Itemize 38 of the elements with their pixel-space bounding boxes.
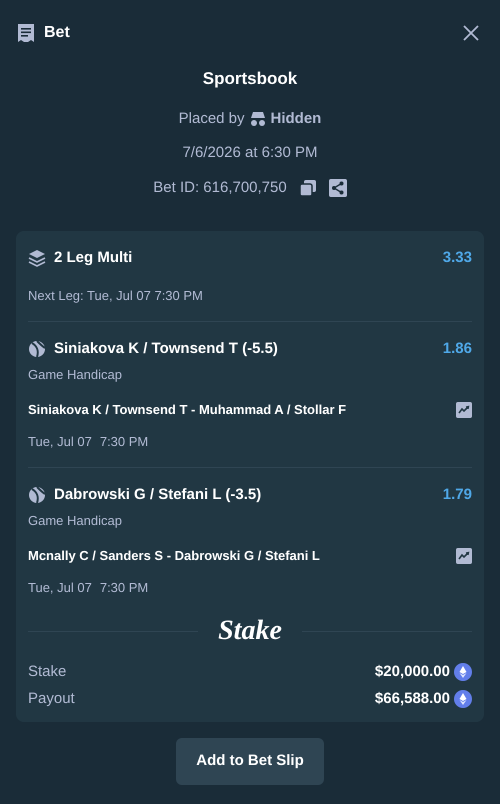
placed-by-user: Hidden — [270, 108, 322, 128]
layers-icon — [28, 249, 46, 268]
match-time: 7:30 PM — [100, 578, 148, 596]
match-name: Mcnally C / Sanders S - Dabrowski G / Stefani L — [28, 547, 320, 565]
next-leg-text: Next Leg: Tue, Jul 07 7:30 PM — [28, 286, 204, 305]
match-date: Tue, Jul 07 — [28, 432, 92, 450]
leg-odds: 1.86 — [442, 339, 472, 359]
match-time: 7:30 PM — [100, 432, 148, 450]
tennis-ball-icon — [28, 340, 46, 358]
total-label: Payout — [28, 688, 75, 708]
multi-odds: 3.33 — [442, 248, 472, 268]
match-name: Siniakova K / Townsend T - Muhammad A / Stollar F — [28, 401, 346, 419]
incognito-icon — [248, 110, 267, 127]
add-to-bet-slip-button[interactable]: Add to Bet Slip — [176, 738, 324, 784]
bet-date: 7/6/2026 at 6:30 PM — [182, 143, 318, 163]
match-date: Tue, Jul 07 — [28, 578, 92, 596]
total-amount: $66,588.00 — [374, 688, 450, 708]
total-amount: $20,000.00 — [374, 662, 450, 682]
receipt-icon — [16, 23, 36, 43]
ethereum-icon — [454, 690, 472, 708]
dialog-title: Bet — [44, 23, 70, 43]
ethereum-icon — [454, 663, 472, 682]
share-icon[interactable] — [328, 178, 347, 197]
total-label: Stake — [28, 662, 66, 682]
stats-chart-icon[interactable] — [456, 402, 472, 418]
market-text: Game Handicap — [28, 366, 123, 384]
stake-logo: Stake — [218, 617, 282, 645]
bet-id: Bet ID: 616,700,750 — [153, 178, 287, 198]
market-text: Game Handicap — [28, 512, 123, 530]
copy-icon[interactable] — [298, 178, 317, 197]
selection-title: Dabrowski G / Stefani L (-3.5) — [54, 485, 262, 505]
leg-odds: 1.79 — [442, 485, 472, 505]
multi-title: 2 Leg Multi — [54, 248, 132, 268]
placed-by-label: Placed by — [178, 108, 245, 128]
tennis-ball-icon — [28, 486, 46, 504]
bet-source-title: Sportsbook — [202, 68, 298, 90]
selection-title: Siniakova K / Townsend T (-5.5) — [54, 339, 278, 359]
stats-chart-icon[interactable] — [456, 548, 472, 564]
